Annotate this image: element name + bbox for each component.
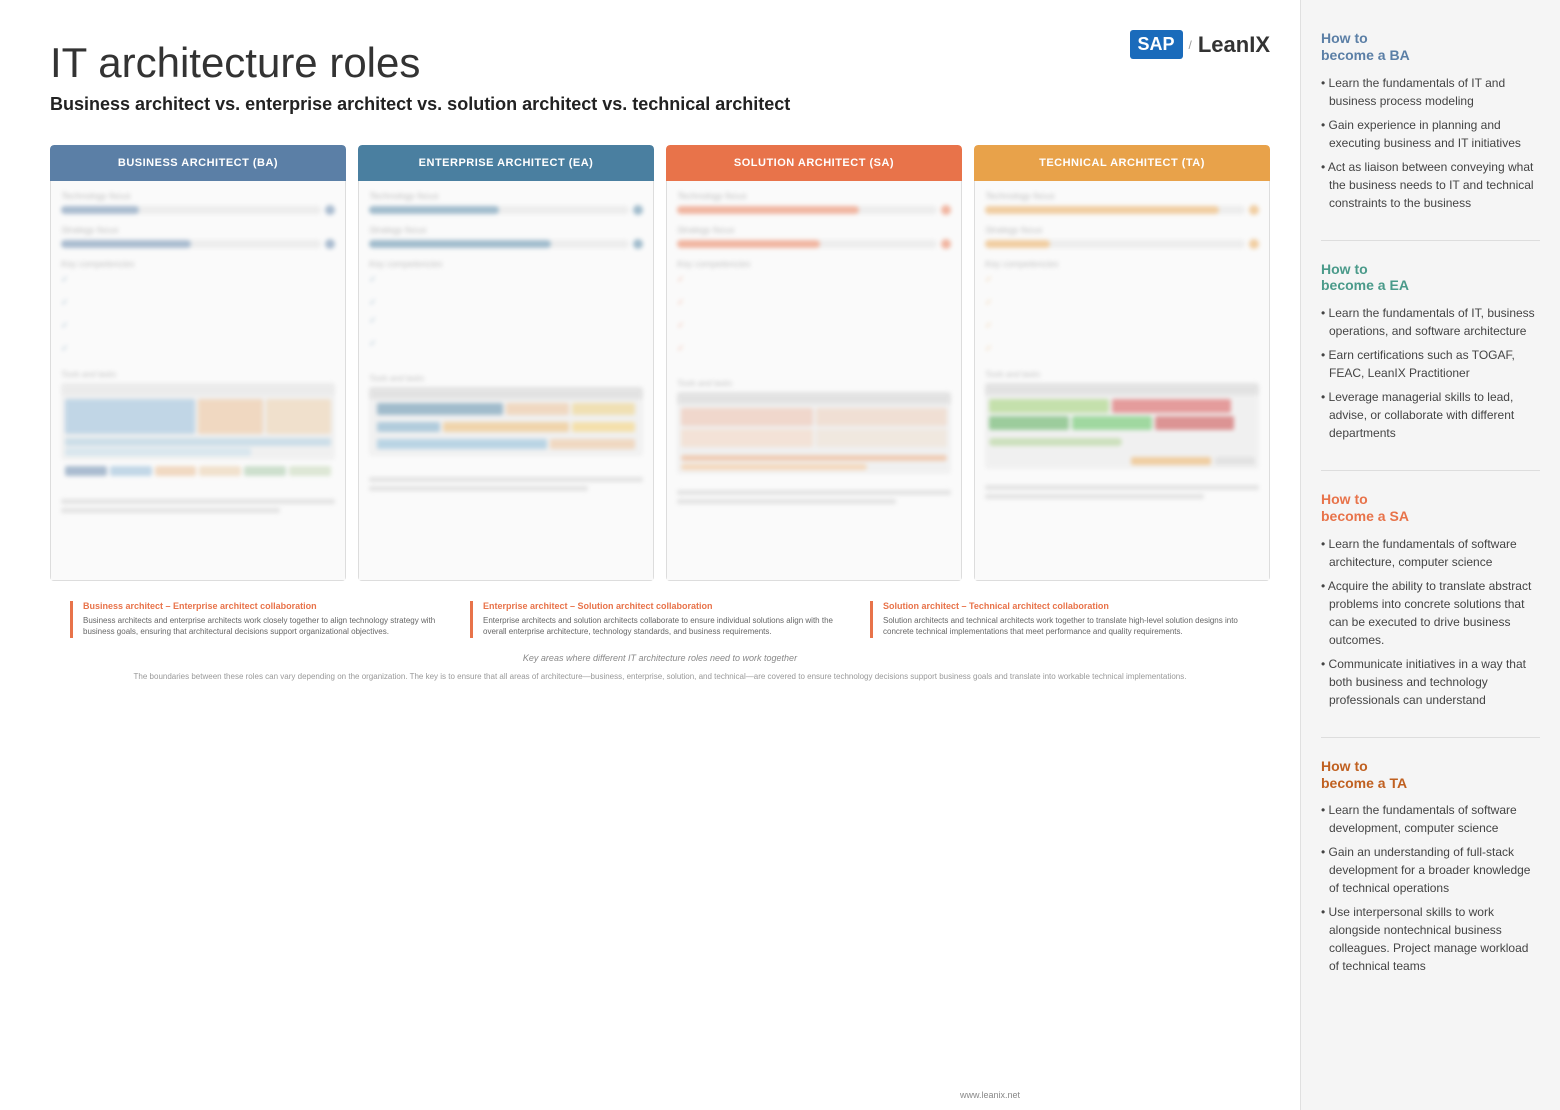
role-card-ea: Enterprise architect (EA) Technology foc… — [358, 145, 654, 581]
role-header-ta: Technical architect (TA) — [974, 145, 1270, 181]
sidebar-title-ta: How to become a TA — [1321, 758, 1540, 792]
bottom-card-1: Enterprise architect – Solution architec… — [470, 601, 850, 637]
strat-focus-ba: Strategy focus — [61, 225, 335, 249]
tech-focus-ba: Technology focus — [61, 191, 335, 215]
main-content: SAP / LeanIX IT architecture roles Busin… — [0, 0, 1300, 1110]
tools-ba: Tools and tasks — [61, 370, 335, 513]
overlap-text-1: Enterprise architects and solution archi… — [483, 615, 840, 637]
roles-grid: Business architect (BA) Technology focus — [50, 145, 1270, 581]
leanix-logo: LeanIX — [1198, 32, 1270, 58]
overlap-text-2: Solution architects and technical archit… — [883, 615, 1240, 637]
website-url: www.leanix.net — [960, 1090, 1020, 1100]
competencies-ea: Key competencies ✓ ✓ ✓ — [369, 259, 643, 364]
sap-logo: SAP — [1130, 30, 1183, 59]
sidebar-sa-item-2: Communicate initiatives in a way that bo… — [1321, 655, 1540, 709]
sidebar-ta-item-0: Learn the fundamentals of software devel… — [1321, 801, 1540, 837]
role-body-ta: Technology focus Strategy focus — [974, 181, 1270, 581]
sidebar-divider-1 — [1321, 240, 1540, 241]
strat-focus-ta: Strategy focus — [985, 225, 1259, 249]
tech-focus-sa: Technology focus — [677, 191, 951, 215]
bottom-card-2: Solution architect – Technical architect… — [870, 601, 1250, 637]
overlap-title-1: Enterprise architect – Solution architec… — [483, 601, 840, 611]
bottom-full-text: The boundaries between these roles can v… — [50, 671, 1270, 683]
role-body-ba: Technology focus Strategy focus — [50, 181, 346, 581]
sidebar-sa-item-1: Acquire the ability to translate abstrac… — [1321, 577, 1540, 649]
role-card-ta: Technical architect (TA) Technology focu… — [974, 145, 1270, 581]
tools-sa: Tools and tasks — [677, 379, 951, 504]
overlap-title-0: Business architect – Enterprise architec… — [83, 601, 440, 611]
sidebar-ea-item-2: Leverage managerial skills to lead, advi… — [1321, 388, 1540, 442]
tools-ta: Tools and tasks — [985, 370, 1259, 499]
sidebar: How to become a BA Learn the fundamental… — [1300, 0, 1560, 1110]
competencies-sa: Key competencies ✓ ✓ ✓ — [677, 259, 951, 369]
sidebar-divider-2 — [1321, 470, 1540, 471]
role-header-sa: Solution architect (SA) — [666, 145, 962, 181]
tech-focus-ea: Technology focus — [369, 191, 643, 215]
overlap-text-0: Business architects and enterprise archi… — [83, 615, 440, 637]
role-body-sa: Technology focus Strategy focus — [666, 181, 962, 581]
strat-focus-ea: Strategy focus — [369, 225, 643, 249]
tools-ea: Tools and tasks — [369, 374, 643, 491]
sidebar-section-ea: How to become a EA Learn the fundamental… — [1321, 261, 1540, 443]
page-subtitle: Business architect vs. enterprise archit… — [50, 94, 1270, 115]
role-card-sa: Solution architect (SA) Technology focus — [666, 145, 962, 581]
sidebar-section-sa: How to become a SA Learn the fundamental… — [1321, 491, 1540, 709]
sidebar-sa-item-0: Learn the fundamentals of software archi… — [1321, 535, 1540, 571]
page-title: IT architecture roles — [50, 40, 1270, 86]
bottom-note: Key areas where different IT architectur… — [50, 653, 1270, 663]
sidebar-title-sa: How to become a SA — [1321, 491, 1540, 525]
competencies-ta: Key competencies ✓ ✓ ✓ — [985, 259, 1259, 360]
sidebar-section-ta: How to become a TA Learn the fundamental… — [1321, 758, 1540, 976]
sidebar-ba-item-2: Act as liaison between conveying what th… — [1321, 158, 1540, 212]
role-card-ba: Business architect (BA) Technology focus — [50, 145, 346, 581]
bottom-section: Business architect – Enterprise architec… — [50, 601, 1270, 637]
role-body-ea: Technology focus Strategy focus — [358, 181, 654, 581]
sidebar-ta-item-1: Gain an understanding of full-stack deve… — [1321, 843, 1540, 897]
sidebar-ta-item-2: Use interpersonal skills to work alongsi… — [1321, 903, 1540, 975]
logo-area: SAP / LeanIX — [1130, 30, 1271, 59]
bottom-card-0: Business architect – Enterprise architec… — [70, 601, 450, 637]
sidebar-section-ba: How to become a BA Learn the fundamental… — [1321, 30, 1540, 212]
tech-focus-ta: Technology focus — [985, 191, 1259, 215]
sidebar-title-ea: How to become a EA — [1321, 261, 1540, 295]
strat-focus-sa: Strategy focus — [677, 225, 951, 249]
competencies-ba: Key competencies ✓ ✓ ✓ — [61, 259, 335, 360]
sidebar-ba-item-0: Learn the fundamentals of IT and busines… — [1321, 74, 1540, 110]
sidebar-ba-item-1: Gain experience in planning and executin… — [1321, 116, 1540, 152]
overlap-title-2: Solution architect – Technical architect… — [883, 601, 1240, 611]
sidebar-ea-item-0: Learn the fundamentals of IT, business o… — [1321, 304, 1540, 340]
sidebar-divider-3 — [1321, 737, 1540, 738]
sidebar-title-ba: How to become a BA — [1321, 30, 1540, 64]
role-header-ea: Enterprise architect (EA) — [358, 145, 654, 181]
sidebar-ea-item-1: Earn certifications such as TOGAF, FEAC,… — [1321, 346, 1540, 382]
role-header-ba: Business architect (BA) — [50, 145, 346, 181]
